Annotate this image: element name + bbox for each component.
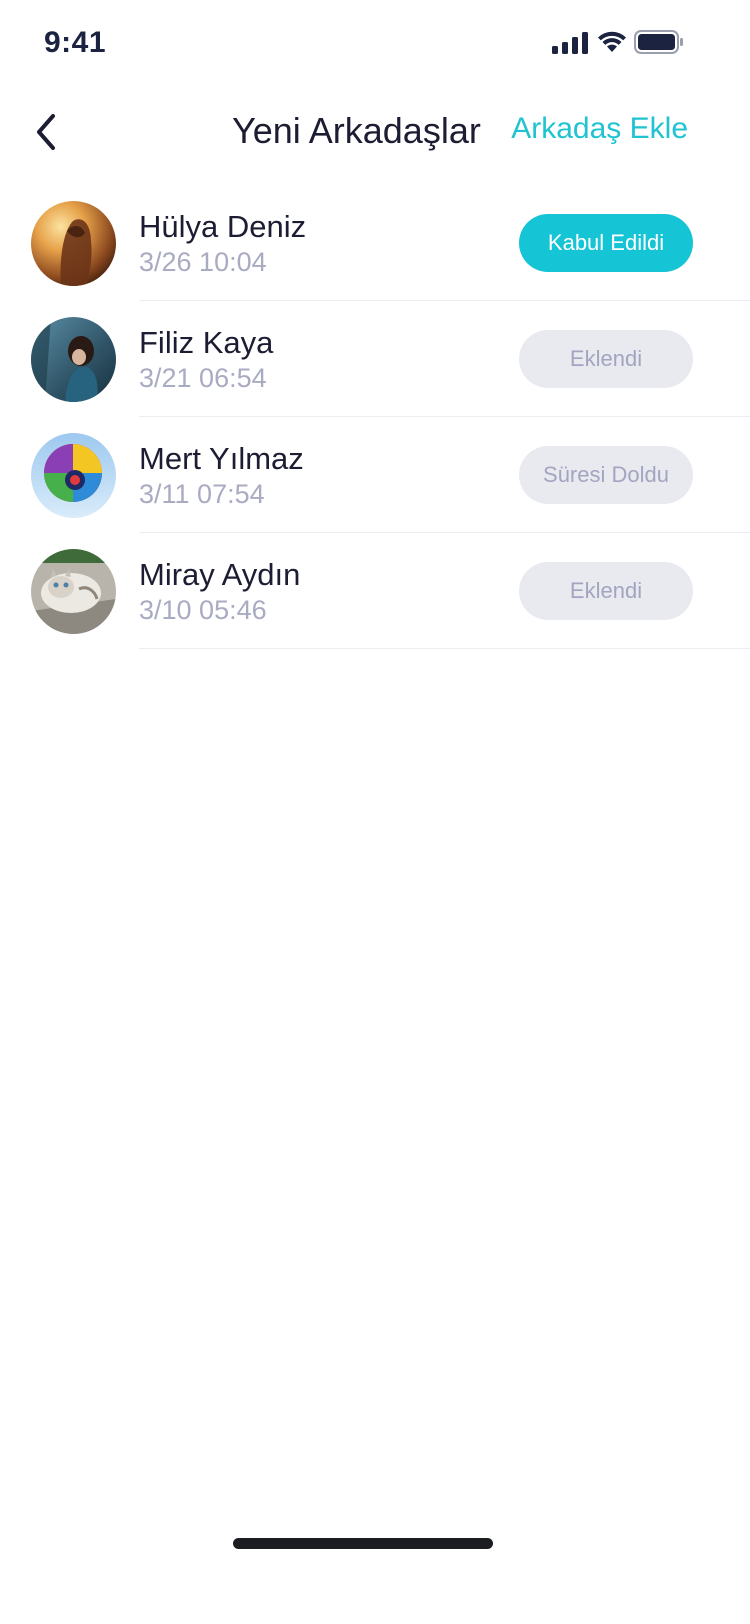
divider — [139, 648, 750, 649]
home-indicator[interactable] — [233, 1538, 493, 1549]
list-item[interactable]: Hülya Deniz 3/26 10:04 Kabul Edildi — [0, 185, 750, 301]
avatar-hot-air-balloon — [31, 433, 116, 518]
friend-request-list: Hülya Deniz 3/26 10:04 Kabul Edildi Fili… — [0, 185, 750, 649]
avatar-cat — [31, 549, 116, 634]
page-title: Yeni Arkadaşlar — [232, 110, 481, 151]
accepted-button[interactable]: Kabul Edildi — [519, 214, 693, 272]
expired-button[interactable]: Süresi Doldu — [519, 446, 693, 504]
list-item[interactable]: Filiz Kaya 3/21 06:54 Eklendi — [0, 301, 750, 417]
friend-name: Filiz Kaya — [139, 325, 274, 360]
request-time: 3/11 07:54 — [139, 479, 265, 509]
chevron-left-icon — [37, 114, 55, 150]
request-time: 3/26 10:04 — [139, 247, 267, 277]
cellular-signal-icon — [552, 32, 588, 54]
wifi-icon — [598, 31, 626, 52]
status-time: 9:41 — [44, 26, 107, 59]
back-button[interactable] — [22, 104, 70, 160]
status-bar: 9:41 — [0, 0, 750, 88]
add-friend-button[interactable]: Arkadaş Ekle — [511, 112, 688, 146]
navigation-bar: Yeni Arkadaşlar Arkadaş Ekle — [0, 88, 750, 176]
added-button[interactable]: Eklendi — [519, 330, 693, 388]
battery-icon — [634, 30, 683, 54]
avatar-sunset-woman — [31, 201, 116, 286]
list-item[interactable]: Mert Yılmaz 3/11 07:54 Süresi Doldu — [0, 417, 750, 533]
list-item[interactable]: Miray Aydın 3/10 05:46 Eklendi — [0, 533, 750, 649]
request-time: 3/10 05:46 — [139, 595, 267, 625]
friend-name: Mert Yılmaz — [139, 441, 304, 476]
request-time: 3/21 06:54 — [139, 363, 267, 393]
friend-name: Miray Aydın — [139, 557, 301, 592]
added-button[interactable]: Eklendi — [519, 562, 693, 620]
friend-name: Hülya Deniz — [139, 209, 307, 244]
avatar-sad-girl — [31, 317, 116, 402]
